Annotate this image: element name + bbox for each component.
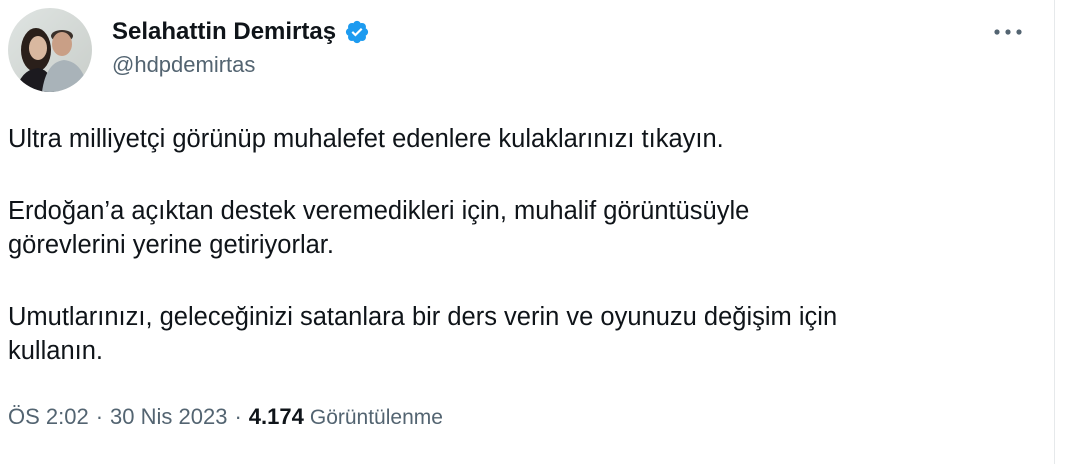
author-handle[interactable]: @hdpdemirtas [112,52,255,78]
tweet-paragraph-3: Umutlarınızı, geleceğinizi satanlara bir… [8,303,838,365]
author-display-name[interactable]: Selahattin Demirtaş [112,18,336,46]
views-count: 4.174 [248,404,304,429]
more-options-button[interactable] [990,22,1026,42]
author-name-row: Selahattin Demirtaş [112,14,370,50]
column-divider [1054,0,1055,464]
avatar[interactable] [8,8,92,92]
more-horizontal-icon [994,29,1022,35]
views-label: Görüntülenme [309,406,443,429]
meta-separator: · [95,404,104,429]
tweet-date[interactable]: 30 Nis 2023 [110,404,227,430]
tweet-paragraph-1: Ultra milliyetçi görünüp muhalefet edenl… [8,125,724,153]
tweet-paragraph-2: Erdoğan’a açıktan destek veremedikleri i… [8,197,750,259]
tweet-card: Selahattin Demirtaş @hdpdemirtas Ultra m… [0,0,1054,464]
meta-separator: · [234,404,242,429]
tweet-meta: ÖS 2:02 · 30 Nis 2023 · 4.174 Görüntülen… [8,404,443,430]
tweet-text: Ultra milliyetçi görünüp muhalefet edenl… [8,122,1038,406]
verified-badge-icon[interactable] [344,19,370,45]
tweet-time[interactable]: ÖS 2:02 [8,404,89,430]
avatar-photo [8,8,92,92]
